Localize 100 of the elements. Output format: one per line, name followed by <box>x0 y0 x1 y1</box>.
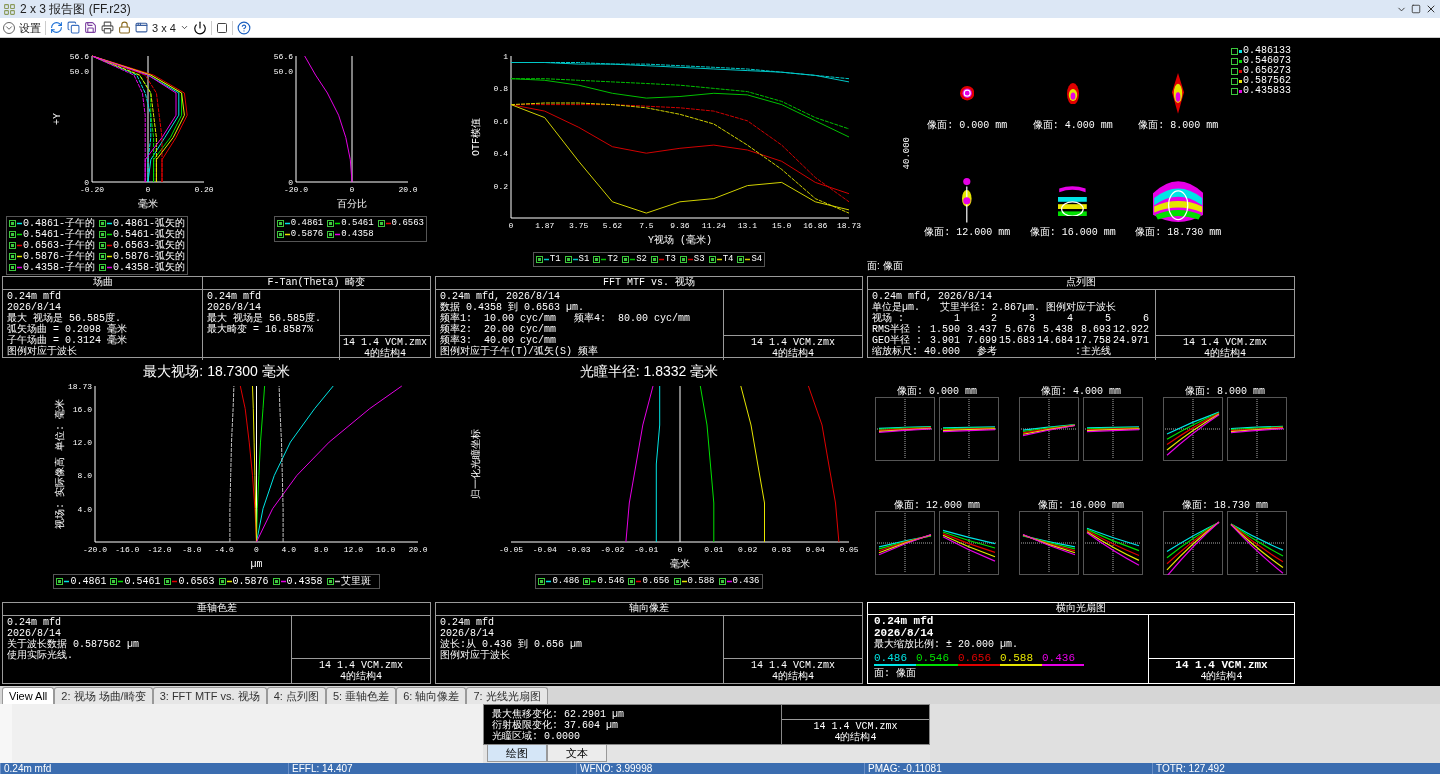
legend-checkbox-icon <box>651 256 658 263</box>
legend-checkbox-icon <box>99 231 106 238</box>
axis-title: Y视场 (毫米) <box>648 235 712 246</box>
tab[interactable]: View All <box>2 687 55 704</box>
info-text: 0.24m mfd <box>7 291 62 302</box>
tick-label: 13.1 <box>737 221 757 230</box>
caret-icon[interactable] <box>179 23 189 32</box>
table-cell-text: GEO半径 : <box>872 335 923 346</box>
info-text: 波长:从 0.436 到 0.656 µm <box>440 639 584 650</box>
tick-label: 16.0 <box>72 404 92 414</box>
status-text: TOTR: 127.492 <box>1152 763 1440 774</box>
file-label: 14 1.4 VCM.zmx <box>751 660 835 671</box>
axis-title: 归一化光瞳坐标 <box>471 429 482 499</box>
legend-checkbox-icon <box>673 578 681 585</box>
legend-checkbox-icon <box>99 264 106 271</box>
tick-label: 9.36 <box>670 221 690 230</box>
info-text: 最大缩放比例: ± 20.000 µm. <box>874 639 1019 650</box>
field-label: 像面: 12.000 mm <box>924 226 1011 239</box>
tick-label: -20.0 <box>83 545 107 554</box>
info-text: 最大 视场是 56.585度. <box>7 313 122 324</box>
legend-checkbox-icon <box>622 256 630 263</box>
tab[interactable]: 4: 点列图 <box>266 687 326 704</box>
copy-icon[interactable] <box>67 21 80 34</box>
legend-line-icon <box>601 256 607 263</box>
close-icon[interactable] <box>1425 3 1437 15</box>
table-cell-text: 4 <box>1065 313 1074 324</box>
fan-title: 像面: 8.000 mm <box>1185 385 1265 397</box>
printer-icon[interactable] <box>101 21 114 34</box>
legend-checkbox-icon <box>9 253 16 260</box>
tick-label: 0 <box>84 178 89 187</box>
legend-label: 0.587562 <box>1243 76 1291 86</box>
info-text: 0.24m mfd <box>207 291 262 302</box>
info-text: 面: 像面 <box>874 667 917 680</box>
tick-label: 0.03 <box>771 545 791 554</box>
tick-label: 0.04 <box>805 545 825 554</box>
lock-icon[interactable] <box>118 21 131 34</box>
info-text: 2026/8/14 <box>7 302 62 313</box>
tick-label: 0.2 <box>493 181 508 191</box>
tab[interactable]: 5: 垂轴色差 <box>325 687 397 704</box>
axis-title: 视场: 实际像高 单位: 毫米 <box>55 399 66 529</box>
file-label: 14 1.4 VCM.zmx <box>319 660 403 671</box>
save-icon[interactable] <box>84 21 97 34</box>
panel-title: 点列图 <box>1066 277 1096 289</box>
legend-line-icon <box>572 256 578 263</box>
spot-drawing <box>962 178 973 223</box>
tab[interactable]: 绘图 <box>487 745 547 762</box>
tab[interactable]: 文本 <box>547 745 607 762</box>
axis-title: µm <box>250 559 263 570</box>
maximize-icon[interactable] <box>1411 4 1421 14</box>
legend-line-icon <box>591 578 597 585</box>
settings-label[interactable]: 设置 <box>19 21 41 34</box>
legend-checkbox-icon <box>218 578 226 585</box>
legend-label: 0.6563 <box>178 576 215 587</box>
legend-checkbox-icon <box>272 578 280 585</box>
file-label: 14 1.4 VCM.zmx <box>1183 337 1267 348</box>
fan-title: 像面: 18.730 mm <box>1182 499 1268 511</box>
info-text: 光瞳区域: 0.0000 <box>492 731 581 742</box>
legend-label: S2 <box>636 254 647 265</box>
spot-drawing <box>1058 184 1088 217</box>
info-text: 衍射极限变化: 37.604 µm <box>492 720 618 731</box>
tick-label: 56.6 <box>273 52 293 61</box>
fan-title: 像面: 12.000 mm <box>894 499 980 511</box>
table-cell-text: 1.590 <box>929 324 961 335</box>
legend-checkbox-icon <box>276 231 284 238</box>
legend-checkbox-icon <box>538 578 546 585</box>
info-text: 0.24m mfd <box>440 617 495 628</box>
ray-fan-drawing <box>875 396 935 461</box>
file-label: 4的结构4 <box>364 348 406 359</box>
panel-title: F-Tan(Theta) 畸变 <box>267 277 366 289</box>
legend-label: 0.5461 <box>341 218 374 229</box>
legend-label: T2 <box>607 254 619 265</box>
spot-drawing <box>1066 82 1079 105</box>
power-icon[interactable] <box>192 20 207 35</box>
tick-label: 12.0 <box>72 438 92 448</box>
file-label: 14 1.4 VCM.zmx <box>751 337 835 348</box>
info-text: 2026/8/14 <box>7 628 62 639</box>
legend-label: 0.4861 <box>70 576 107 587</box>
tab[interactable]: 3: FFT MTF vs. 视场 <box>152 687 267 704</box>
legend-checkbox-icon <box>1231 67 1238 75</box>
tick-label: 0.01 <box>704 545 724 554</box>
help-icon[interactable] <box>236 20 251 35</box>
tab[interactable]: 2: 视场 场曲/畸变 <box>54 687 153 704</box>
refresh-icon[interactable] <box>50 21 63 34</box>
layout-label[interactable]: 3 x 4 <box>152 21 176 34</box>
window-icon[interactable] <box>135 21 148 34</box>
square-icon[interactable] <box>215 21 228 34</box>
legend-checkbox-icon <box>99 253 106 260</box>
file-label: 4的结构4 <box>772 671 814 682</box>
tab[interactable]: 7: 光线光扇图 <box>466 687 548 704</box>
app-icon <box>3 2 16 16</box>
tick-label: 0.6 <box>493 116 508 126</box>
legend-line-icon <box>745 256 751 263</box>
table-cell-text: 视场 : <box>872 313 904 324</box>
legend-checkbox-icon <box>708 256 716 263</box>
axis-title: 毫米 <box>138 199 158 210</box>
legend-checkbox-icon <box>326 578 334 585</box>
tick-label: 12.0 <box>343 545 363 554</box>
file-label: 14 1.4 VCM.zmx <box>343 337 427 348</box>
tab[interactable]: 6: 轴向像差 <box>396 687 467 704</box>
legend-checkbox-icon <box>9 220 16 227</box>
